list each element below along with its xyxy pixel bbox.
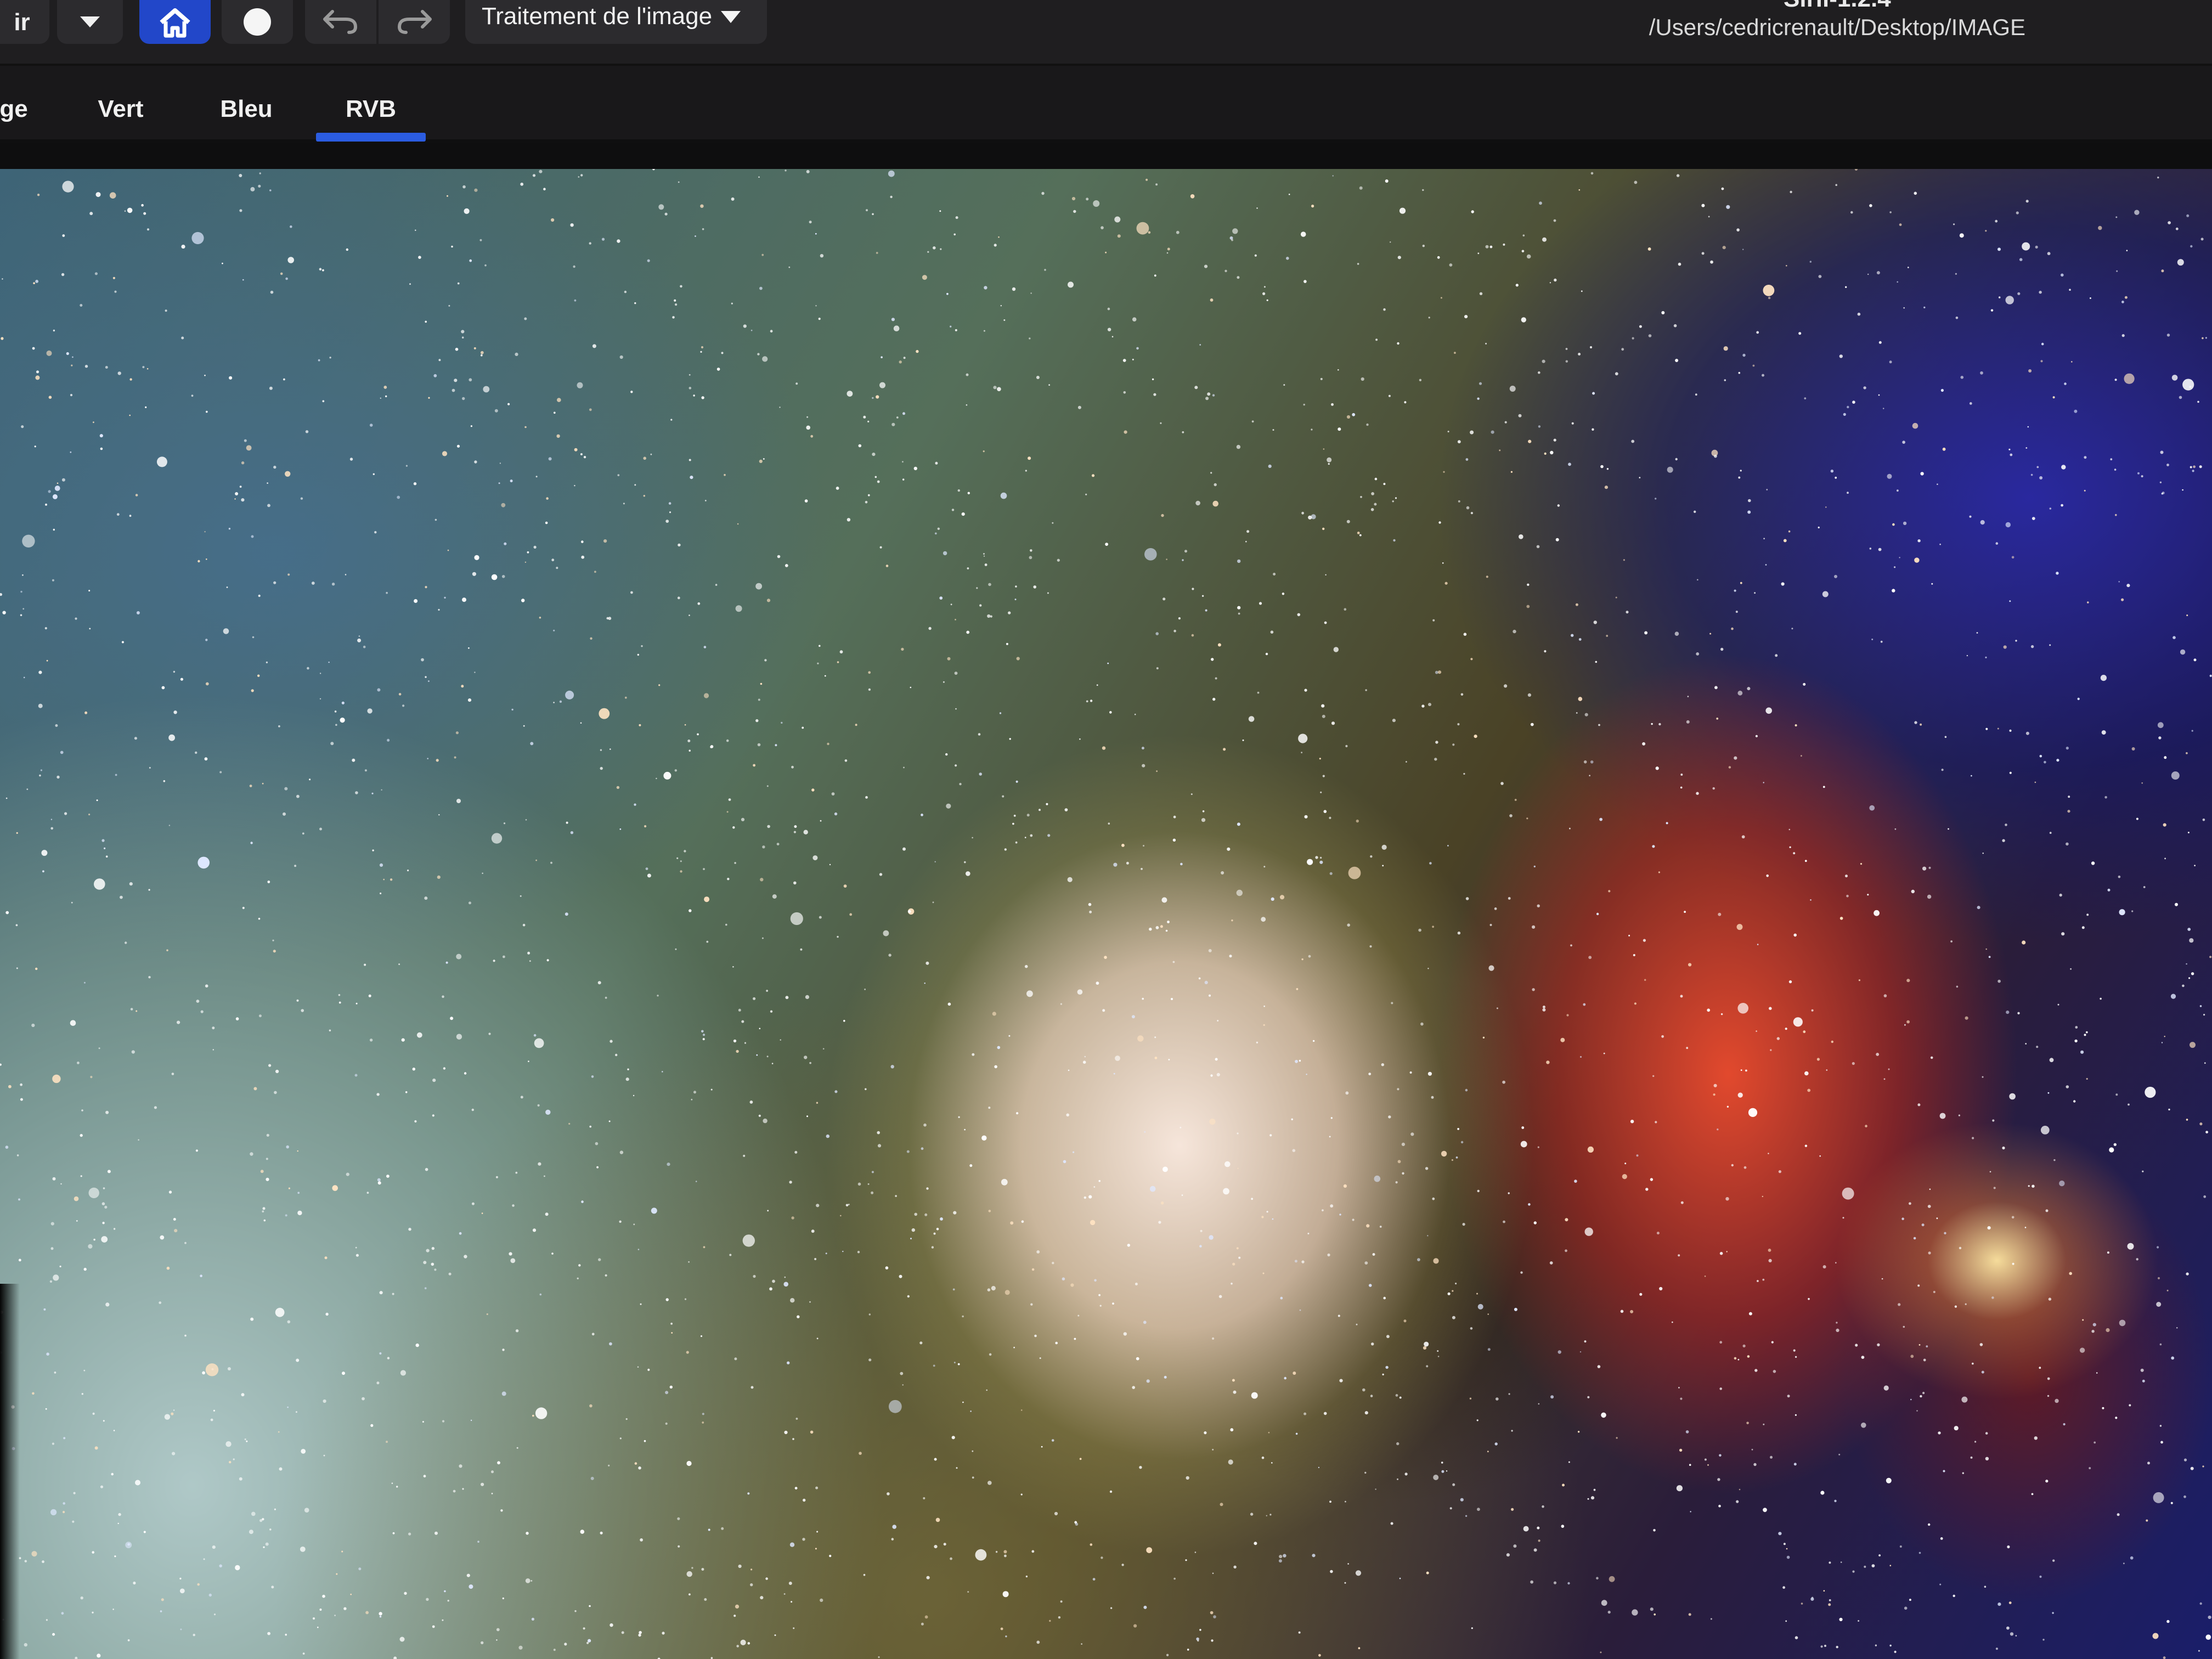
undo-button[interactable]: [305, 0, 376, 44]
tab-partial[interactable]: ge: [0, 81, 33, 132]
circle-icon: [242, 7, 273, 37]
screen-bezel: [0, 1284, 20, 1659]
app-title: Siril-1.2.4: [1649, 0, 2025, 13]
file-path: /Users/cedricrenault/Desktop/IMAGE: [1649, 14, 2025, 40]
tab-vert[interactable]: Vert: [88, 81, 154, 132]
record-button[interactable]: [222, 0, 293, 44]
image-processing-menu[interactable]: Traitement de l'image: [465, 0, 767, 44]
chevron-down-icon: [78, 14, 102, 30]
home-button[interactable]: [139, 0, 211, 44]
image-viewer[interactable]: [0, 169, 2212, 1659]
star-field: [0, 169, 2212, 1659]
tab-label: Vert: [98, 95, 144, 122]
undo-icon: [321, 8, 360, 36]
partial-button[interactable]: ir: [0, 0, 49, 44]
tab-rvb[interactable]: RVB: [316, 81, 426, 142]
tab-label: ge: [0, 95, 28, 122]
redo-button[interactable]: [379, 0, 450, 44]
caret-down-icon: [720, 3, 742, 30]
home-icon: [158, 7, 192, 38]
partial-button-label: ir: [14, 9, 30, 36]
tab-bleu[interactable]: Bleu: [211, 81, 282, 132]
channel-tabs: ge Vert Bleu RVB: [0, 66, 2212, 143]
tab-separator: [0, 143, 2212, 170]
tab-label: RVB: [345, 95, 397, 122]
image-processing-menu-label: Traitement de l'image: [482, 3, 713, 30]
dropdown-button[interactable]: [57, 0, 123, 44]
tab-label: Bleu: [220, 95, 273, 122]
window-title: Siril-1.2.4 /Users/cedricrenault/Desktop…: [1649, 0, 2025, 42]
redo-icon: [395, 8, 433, 36]
toolbar: ir Traitement de l'image /Users/cedricre…: [0, 0, 2212, 66]
